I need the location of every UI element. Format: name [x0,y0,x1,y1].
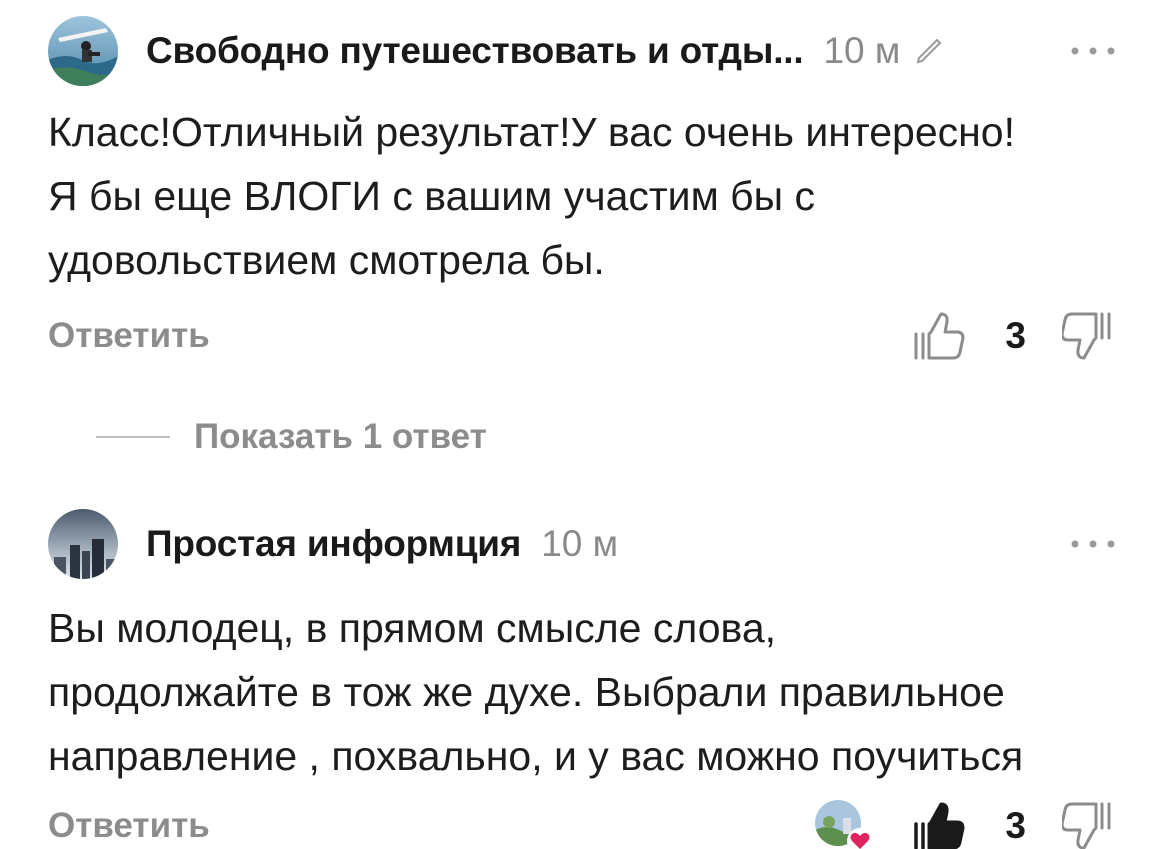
show-replies[interactable]: Показать 1 ответ [96,412,487,462]
like-count: 3 [1005,315,1026,356]
timestamp: 10 м [541,523,619,564]
comment-header: Простая информция 10 м [48,508,1118,580]
thumbs-down-icon[interactable] [1062,800,1112,849]
comment-text-line: продолжайте в тож же духе. Выбрали прави… [48,669,1005,715]
comment-actions: Ответить 3 [48,306,1112,366]
comment-text: Вы молодец, в прямом смысле слова, продо… [48,596,1128,788]
avatar[interactable] [48,509,118,579]
avatar[interactable] [48,16,118,86]
reply-button[interactable]: Ответить [48,316,210,356]
more-options-icon[interactable] [1068,44,1118,58]
timestamp: 10 м [823,30,901,71]
comment-text-line: Вы молодец, в прямом смысле слова, [48,605,777,651]
thumbs-up-icon[interactable] [913,310,965,362]
comment-text-line: Я бы еще ВЛОГИ с вашим участим бы с [48,173,816,219]
comment-header: Свободно путешествовать и отды... 10 м [48,15,1118,87]
comment-text-line: направление , похвально, и у вас можно п… [48,733,1024,779]
divider [96,436,170,438]
thumbs-up-filled-icon[interactable] [913,800,965,849]
thumbs-down-icon[interactable] [1062,310,1112,362]
comment-text-line: удовольствием смотрела бы. [48,237,605,283]
reply-button[interactable]: Ответить [48,806,210,846]
comment-actions: Ответить 3 [48,796,1112,849]
author-name[interactable]: Простая информция [146,523,521,565]
heart-icon [847,828,874,849]
comment-text: Класс!Отличный результат!У вас очень инт… [48,100,1128,292]
author-name[interactable]: Свободно путешествовать и отды... [146,30,804,72]
comments-screen: Свободно путешествовать и отды... 10 м К… [0,0,1170,849]
comment-text-line: Класс!Отличный результат!У вас очень инт… [48,109,1015,155]
more-options-icon[interactable] [1068,537,1118,551]
pencil-icon [916,38,942,64]
like-count: 3 [1005,805,1026,846]
show-replies-label[interactable]: Показать 1 ответ [194,417,487,457]
author-reaction-avatar [815,800,874,849]
